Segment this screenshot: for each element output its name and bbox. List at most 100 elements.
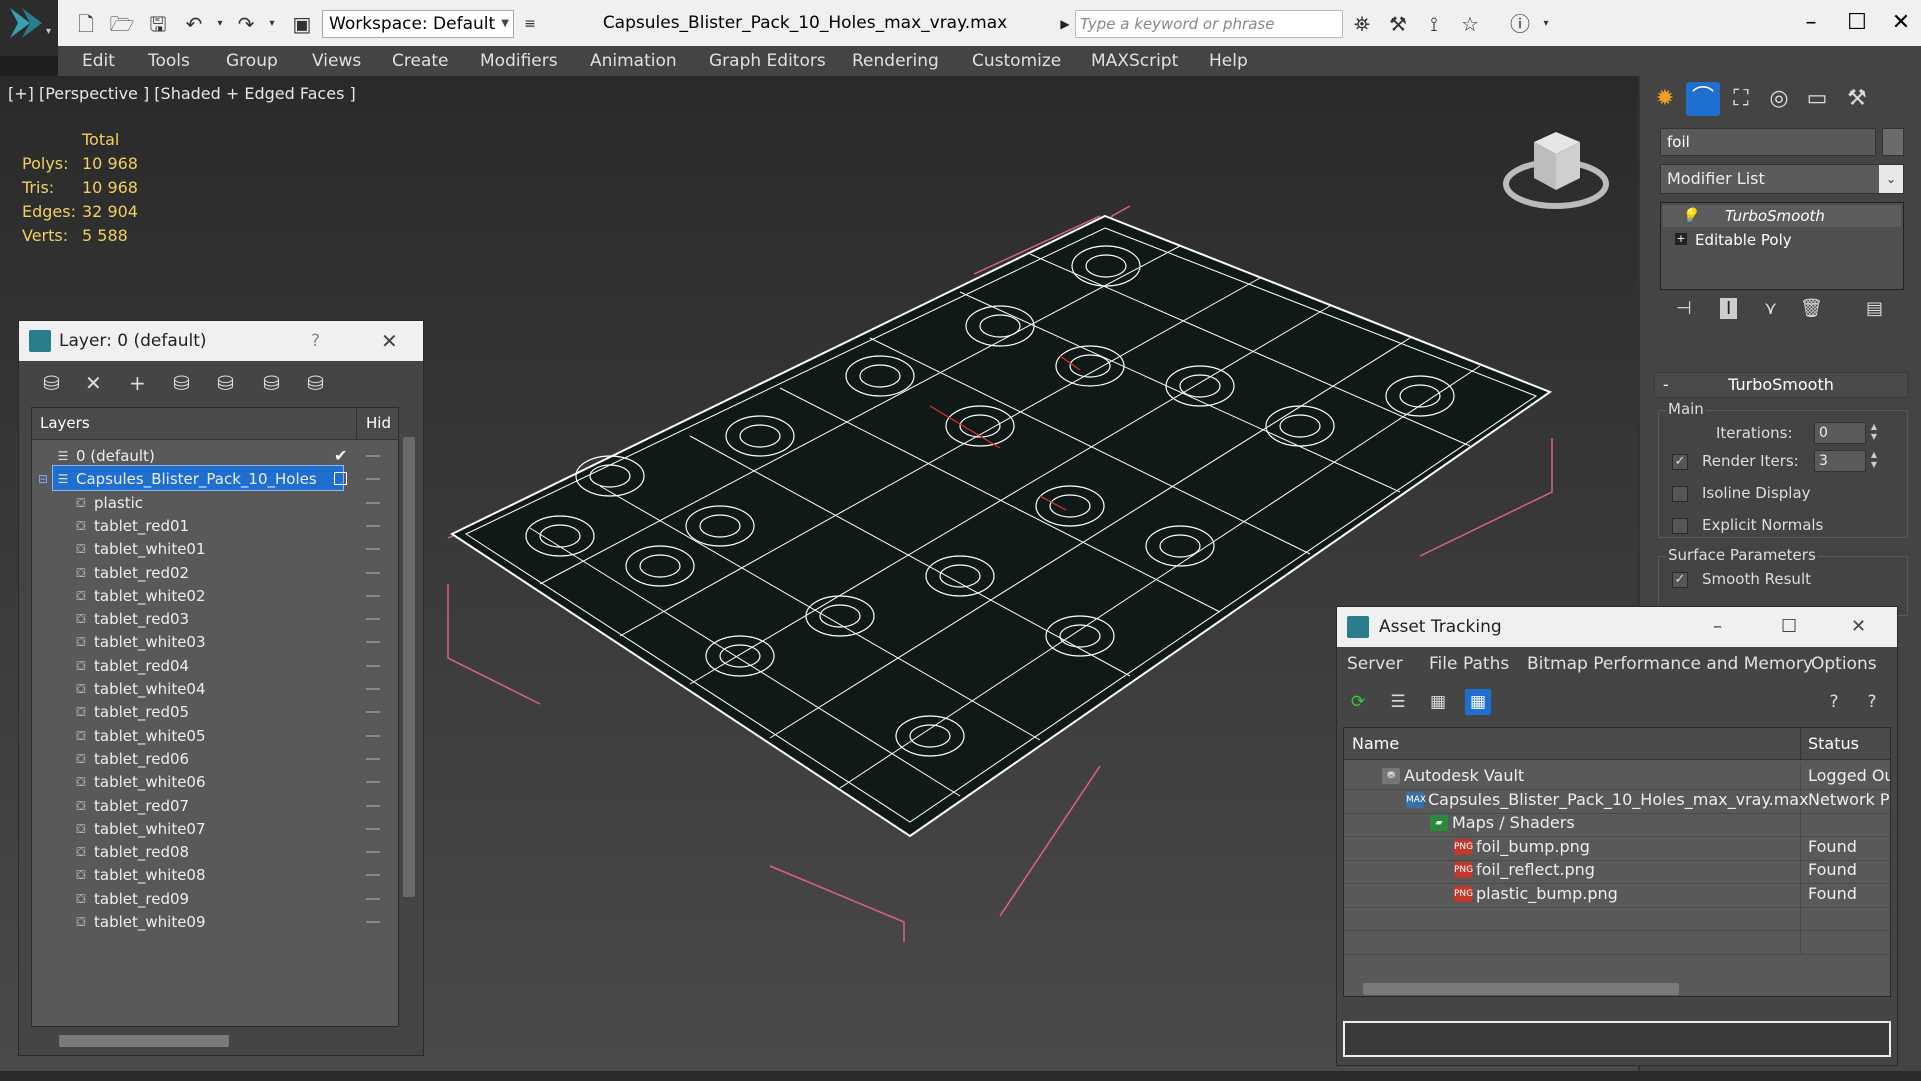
- select-layer-objects-icon[interactable]: ⛁: [173, 371, 190, 395]
- render-iters-spinner[interactable]: 3: [1814, 450, 1866, 472]
- create-layer-icon[interactable]: ⛁: [43, 371, 60, 395]
- hide-toggle[interactable]: [366, 641, 380, 644]
- hide-toggle[interactable]: [366, 688, 380, 690]
- workspace-menu-icon[interactable]: ≡: [516, 10, 544, 38]
- new-file-icon[interactable]: 🗋: [72, 10, 100, 38]
- redo-dropdown-icon[interactable]: ▾: [258, 10, 286, 38]
- iterations-spinner[interactable]: 0: [1814, 422, 1866, 444]
- help-button[interactable]: ?: [311, 321, 320, 361]
- close-icon[interactable]: ✕: [1851, 607, 1866, 647]
- display-tab-icon[interactable]: ▭: [1800, 82, 1834, 116]
- sign-in-icon[interactable]: ⟟: [1420, 10, 1448, 38]
- undo-icon[interactable]: ↶: [180, 10, 208, 38]
- hide-toggle[interactable]: [366, 757, 380, 760]
- menu-views[interactable]: Views: [312, 46, 361, 76]
- context-help-icon[interactable]: ?: [1859, 689, 1885, 715]
- object-color-swatch[interactable]: [1882, 128, 1904, 156]
- menu-bitmap-performance[interactable]: Bitmap Performance and Memory: [1527, 647, 1813, 681]
- maximize-icon[interactable]: ☐: [1781, 607, 1797, 647]
- set-active-box-icon[interactable]: [334, 472, 347, 486]
- layer-dialog-titlebar[interactable]: Layer: 0 (default) ? ✕: [19, 321, 423, 361]
- add-to-layer-icon[interactable]: +: [129, 371, 146, 395]
- asset-path-field[interactable]: [1343, 1021, 1891, 1057]
- smooth-result-checkbox[interactable]: ✓: [1672, 572, 1688, 588]
- horizontal-scrollbar[interactable]: [59, 1035, 229, 1047]
- hide-toggle[interactable]: [366, 781, 380, 784]
- hide-toggle[interactable]: [366, 618, 380, 621]
- hide-toggle[interactable]: [366, 711, 380, 714]
- motion-tab-icon[interactable]: ◎: [1762, 82, 1796, 116]
- expand-plus-icon[interactable]: +: [1675, 233, 1687, 245]
- binoculars-icon[interactable]: ⛯: [1348, 10, 1376, 38]
- menu-maxscript[interactable]: MAXScript: [1091, 46, 1178, 76]
- menu-graph-editors[interactable]: Graph Editors: [709, 46, 826, 76]
- hide-layers-icon[interactable]: ⛁: [263, 371, 280, 395]
- menu-modifiers[interactable]: Modifiers: [480, 46, 558, 76]
- explicit-normals-checkbox[interactable]: [1672, 518, 1688, 534]
- isoline-display-checkbox[interactable]: [1672, 486, 1688, 502]
- favorites-star-icon[interactable]: ☆: [1456, 10, 1484, 38]
- menu-tools[interactable]: Tools: [148, 46, 190, 76]
- app-logo-icon[interactable]: ▾: [0, 0, 58, 56]
- thumbnail-view-icon[interactable]: ▦: [1425, 689, 1451, 715]
- menu-file[interactable]: File: [1429, 647, 1457, 681]
- column-hide[interactable]: Hid: [366, 414, 391, 432]
- collapse-minus-icon[interactable]: ⊟: [36, 472, 50, 486]
- hide-toggle[interactable]: [366, 921, 380, 923]
- menu-help[interactable]: Help: [1209, 46, 1248, 76]
- help-icon[interactable]: ?: [1821, 689, 1847, 715]
- vertical-scrollbar[interactable]: [403, 437, 415, 897]
- spinner-arrows-icon[interactable]: ▲ ▼: [1868, 450, 1880, 472]
- hide-toggle[interactable]: [366, 874, 380, 877]
- viewport-label[interactable]: [+] [Perspective ] [Shaded + Edged Faces…: [8, 84, 356, 103]
- menu-rendering[interactable]: Rendering: [852, 46, 939, 76]
- hide-toggle[interactable]: [366, 548, 380, 551]
- hide-toggle[interactable]: [366, 734, 380, 737]
- stack-item-turbosmooth[interactable]: 💡 TurboSmooth: [1663, 205, 1901, 227]
- table-view-icon[interactable]: ▦: [1465, 689, 1491, 715]
- hide-toggle[interactable]: [366, 851, 380, 854]
- search-expand-icon[interactable]: ▶: [1056, 10, 1074, 38]
- hide-toggle[interactable]: [366, 455, 380, 457]
- pin-stack-icon[interactable]: ⊣: [1676, 298, 1692, 319]
- hide-toggle[interactable]: [366, 501, 380, 504]
- layer-row[interactable]: ⛋ tablet_white09: [32, 908, 380, 936]
- close-icon[interactable]: ✕: [1878, 6, 1921, 40]
- hide-toggle[interactable]: [366, 571, 380, 574]
- minimize-icon[interactable]: –: [1713, 607, 1722, 647]
- asset-dialog-titlebar[interactable]: Asset Tracking – ☐ ✕: [1337, 607, 1897, 647]
- horizontal-scrollbar[interactable]: [1363, 983, 1679, 995]
- maximize-icon[interactable]: ☐: [1834, 6, 1880, 40]
- menu-server[interactable]: Server: [1347, 647, 1403, 681]
- list-view-icon[interactable]: ☰: [1385, 689, 1411, 715]
- render-iters-checkbox[interactable]: ✓: [1672, 454, 1688, 470]
- rollout-header[interactable]: - TurboSmooth: [1654, 372, 1908, 398]
- freeze-layers-icon[interactable]: ⛁: [307, 371, 324, 395]
- configure-sets-icon[interactable]: ▤: [1866, 298, 1883, 319]
- menu-paths[interactable]: Paths: [1463, 647, 1509, 681]
- menu-customize[interactable]: Customize: [972, 46, 1061, 76]
- column-name[interactable]: Name: [1352, 734, 1399, 753]
- hide-toggle[interactable]: [366, 524, 380, 527]
- help-dropdown-icon[interactable]: ▾: [1532, 10, 1560, 38]
- search-input[interactable]: Type a keyword or phrase: [1075, 10, 1343, 38]
- minimize-icon[interactable]: –: [1788, 6, 1834, 40]
- object-name-input[interactable]: foil: [1660, 128, 1876, 156]
- hide-toggle[interactable]: [366, 827, 380, 830]
- workspace-selector[interactable]: Workspace: Default ▼: [322, 10, 514, 38]
- make-unique-icon[interactable]: ⋎: [1764, 298, 1777, 319]
- show-end-result-icon[interactable]: I: [1720, 298, 1738, 319]
- delete-layer-icon[interactable]: ✕: [85, 371, 102, 395]
- project-folder-icon[interactable]: ▣: [288, 10, 316, 38]
- highlight-layer-icon[interactable]: ⛁: [217, 371, 234, 395]
- spinner-arrows-icon[interactable]: ▲ ▼: [1868, 422, 1880, 444]
- open-file-icon[interactable]: 🗁: [108, 10, 136, 38]
- redo-icon[interactable]: ↷: [232, 10, 260, 38]
- hierarchy-tab-icon[interactable]: ⛶: [1724, 82, 1758, 116]
- hide-toggle[interactable]: [366, 478, 380, 481]
- column-layers[interactable]: Layers: [40, 414, 90, 432]
- menu-options[interactable]: Options: [1811, 647, 1877, 681]
- close-icon[interactable]: ✕: [381, 321, 398, 361]
- menu-create[interactable]: Create: [392, 46, 449, 76]
- utilities-tab-icon[interactable]: ⚒: [1840, 82, 1874, 116]
